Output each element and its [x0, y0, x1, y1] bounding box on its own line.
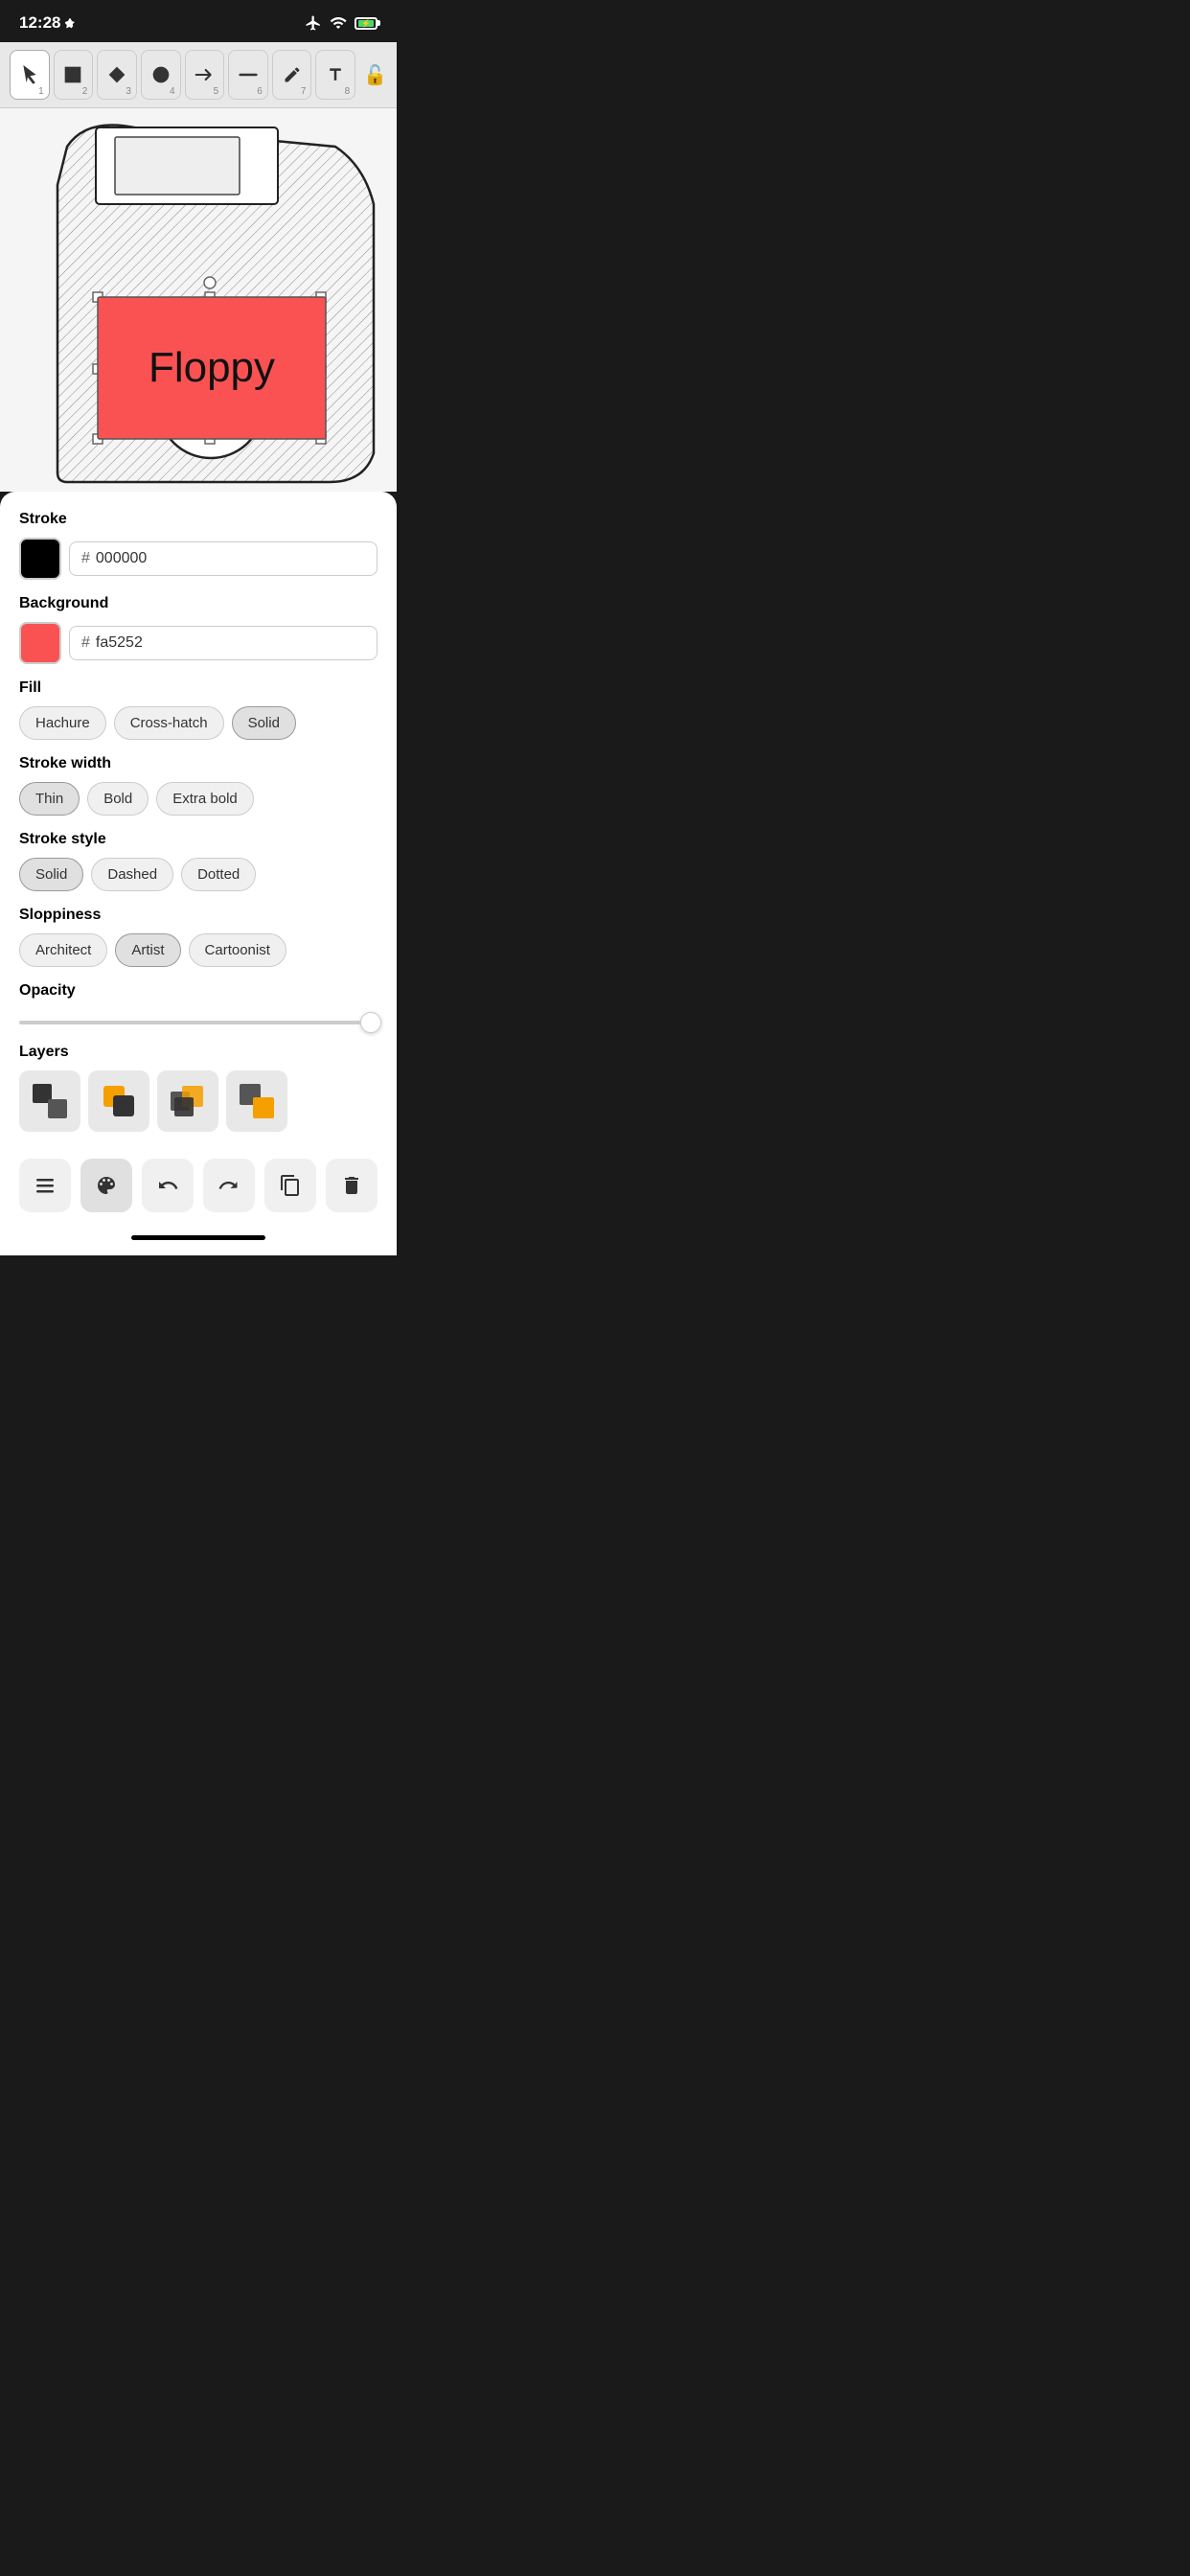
rect-icon: [63, 65, 82, 84]
tool-text[interactable]: 8: [315, 50, 355, 100]
stroke-hash: #: [81, 550, 90, 567]
circle-icon: [151, 65, 171, 84]
stroke-width-options: Thin Bold Extra bold: [19, 782, 378, 816]
redo-icon: [217, 1174, 240, 1197]
sloppiness-options: Architect Artist Cartoonist: [19, 933, 378, 967]
layer-item-4[interactable]: [226, 1070, 287, 1132]
opacity-slider-thumb[interactable]: [360, 1012, 381, 1033]
opacity-section: Opacity: [19, 982, 378, 1028]
tool-select[interactable]: 1: [10, 50, 50, 100]
layer-item-2[interactable]: [88, 1070, 149, 1132]
sloppiness-architect[interactable]: Architect: [19, 933, 107, 967]
trash-icon: [340, 1174, 363, 1197]
pencil-icon: [283, 65, 302, 84]
status-time: 12:28: [19, 13, 76, 33]
stroke-section: Stroke #: [19, 511, 378, 580]
fill-options: Hachure Cross-hatch Solid: [19, 706, 378, 740]
sloppiness-section: Sloppiness Architect Artist Cartoonist: [19, 907, 378, 967]
background-hex-wrapper: #: [69, 626, 378, 660]
canvas[interactable]: Floppy: [0, 108, 397, 492]
layer-3-icon: [167, 1080, 209, 1122]
airplane-icon: [305, 14, 322, 32]
fill-label: Fill: [19, 679, 378, 697]
stroke-style-solid[interactable]: Solid: [19, 858, 83, 891]
background-section: Background #: [19, 595, 378, 664]
tool-rect[interactable]: 2: [54, 50, 94, 100]
layer-4-icon: [236, 1080, 278, 1122]
undo-icon: [156, 1174, 179, 1197]
text-icon: [326, 65, 345, 84]
line-icon: [239, 65, 258, 84]
stroke-bold[interactable]: Bold: [87, 782, 149, 816]
fill-cross-hatch[interactable]: Cross-hatch: [114, 706, 224, 740]
background-color-swatch[interactable]: [19, 622, 61, 664]
background-label: Background: [19, 595, 378, 612]
undo-button[interactable]: [142, 1159, 194, 1212]
delete-button[interactable]: [326, 1159, 378, 1212]
background-hash: #: [81, 634, 90, 652]
palette-icon: [95, 1174, 118, 1197]
layer-1-icon: [29, 1080, 71, 1122]
action-bar: [19, 1147, 378, 1228]
layers-grid: [19, 1070, 378, 1132]
style-button[interactable]: [80, 1159, 132, 1212]
tool-diamond[interactable]: 3: [97, 50, 137, 100]
properties-panel: Stroke # Background # Fill Hachure Cross…: [0, 492, 397, 1228]
stroke-label: Stroke: [19, 511, 378, 528]
cursor-icon: [20, 65, 39, 84]
home-bar: [131, 1235, 265, 1240]
tool-pencil[interactable]: 7: [272, 50, 312, 100]
stroke-color-row: #: [19, 538, 378, 580]
layers-section: Layers: [19, 1044, 378, 1132]
sloppiness-cartoonist[interactable]: Cartoonist: [189, 933, 286, 967]
opacity-label: Opacity: [19, 982, 378, 1000]
location-icon: [64, 17, 76, 29]
home-indicator-area: [0, 1228, 397, 1255]
stroke-extra-bold[interactable]: Extra bold: [156, 782, 254, 816]
layer-item-1[interactable]: [19, 1070, 80, 1132]
battery-icon: ⚡: [355, 17, 378, 30]
opacity-slider-track[interactable]: [19, 1021, 378, 1024]
menu-icon: [34, 1174, 57, 1197]
fill-hachure[interactable]: Hachure: [19, 706, 106, 740]
stroke-hex-input[interactable]: [96, 550, 365, 567]
layer-item-3[interactable]: [157, 1070, 218, 1132]
diamond-icon: [107, 65, 126, 84]
stroke-width-label: Stroke width: [19, 755, 378, 772]
stroke-width-section: Stroke width Thin Bold Extra bold: [19, 755, 378, 816]
drawing-svg: Floppy: [0, 108, 397, 492]
lock-icon[interactable]: 🔓: [363, 63, 387, 87]
stroke-color-swatch[interactable]: [19, 538, 61, 580]
fill-solid[interactable]: Solid: [232, 706, 296, 740]
layers-label: Layers: [19, 1044, 378, 1061]
sloppiness-label: Sloppiness: [19, 907, 378, 924]
sloppiness-artist[interactable]: Artist: [115, 933, 180, 967]
tool-line[interactable]: 6: [228, 50, 268, 100]
copy-button[interactable]: [264, 1159, 316, 1212]
tool-arrow[interactable]: 5: [185, 50, 225, 100]
fill-section: Fill Hachure Cross-hatch Solid: [19, 679, 378, 740]
layer-2-icon: [98, 1080, 140, 1122]
stroke-style-dashed[interactable]: Dashed: [91, 858, 173, 891]
status-bar: 12:28 ⚡: [0, 0, 397, 42]
svg-text:Floppy: Floppy: [149, 344, 275, 391]
status-icons: ⚡: [305, 14, 378, 32]
wifi-icon: [330, 14, 347, 32]
background-color-row: #: [19, 622, 378, 664]
stroke-style-options: Solid Dashed Dotted: [19, 858, 378, 891]
stroke-hex-wrapper: #: [69, 541, 378, 576]
arrow-icon: [195, 65, 214, 84]
opacity-slider-fill: [19, 1021, 359, 1024]
opacity-slider-container: [19, 1009, 378, 1028]
toolbar: 1 2 3 4 5 6 7: [0, 42, 397, 108]
stroke-style-dotted[interactable]: Dotted: [181, 858, 256, 891]
tool-ellipse[interactable]: 4: [141, 50, 181, 100]
menu-button[interactable]: [19, 1159, 71, 1212]
background-hex-input[interactable]: [96, 634, 365, 652]
copy-icon: [279, 1174, 302, 1197]
stroke-style-label: Stroke style: [19, 831, 378, 848]
stroke-thin[interactable]: Thin: [19, 782, 80, 816]
stroke-style-section: Stroke style Solid Dashed Dotted: [19, 831, 378, 891]
redo-button[interactable]: [203, 1159, 255, 1212]
